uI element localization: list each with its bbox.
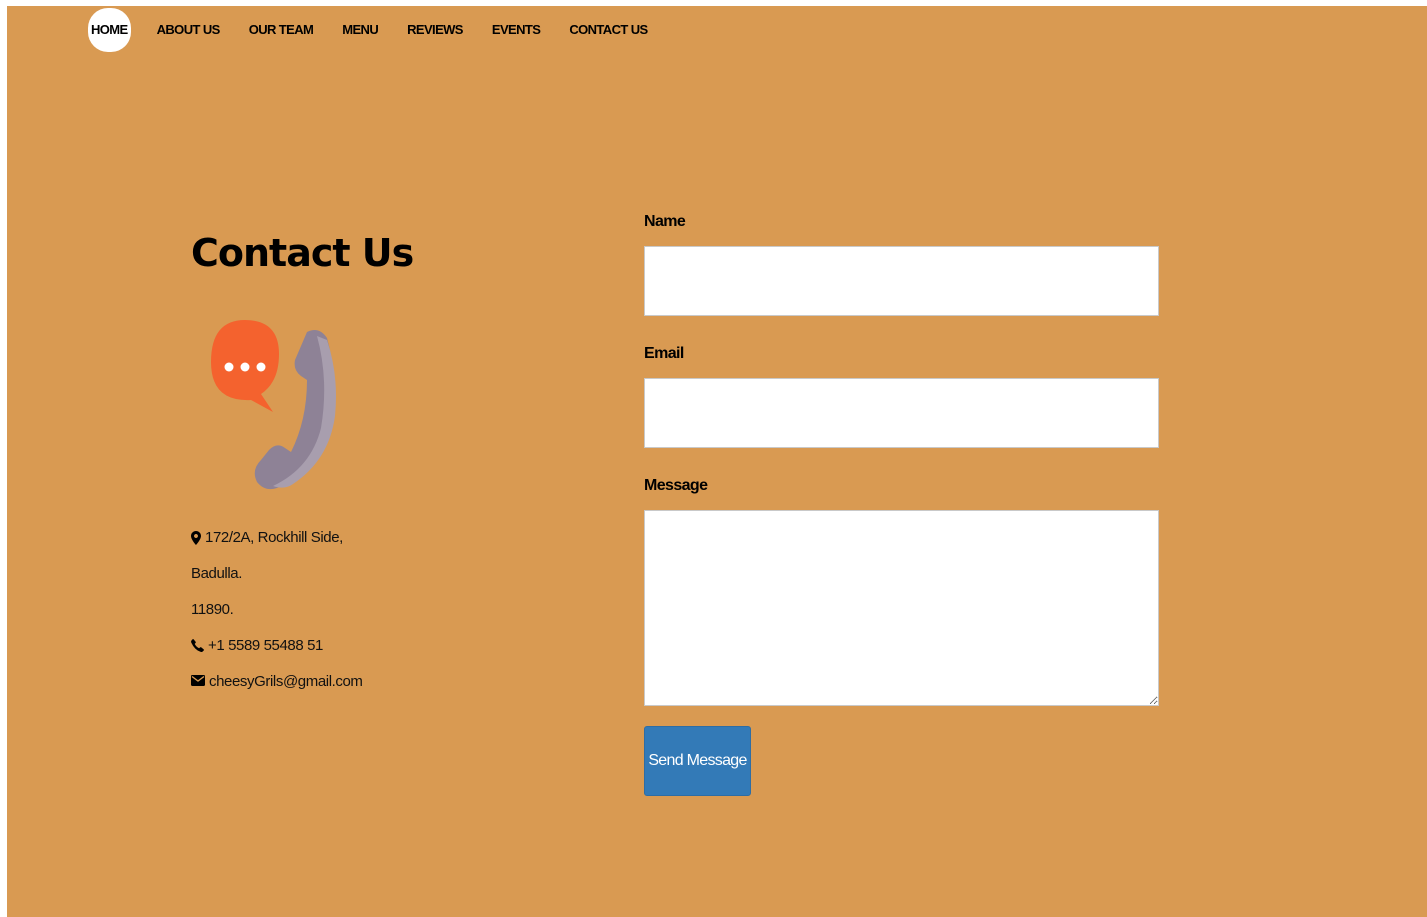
phone-line: +1 5589 55488 51 xyxy=(191,634,363,670)
contact-page: HOME ABOUT US OUR TEAM MENU REVIEWS EVEN… xyxy=(7,6,1427,917)
email-label: Email xyxy=(644,345,684,362)
phone-chat-icon xyxy=(211,320,336,490)
phone-number: +1 5589 55488 51 xyxy=(208,637,323,654)
address-city-line: Badulla. xyxy=(191,562,363,598)
nav-events[interactable]: EVENTS xyxy=(492,8,541,52)
email-address: cheesyGrils@gmail.com xyxy=(209,673,363,690)
name-label: Name xyxy=(644,213,686,230)
top-nav: HOME ABOUT US OUR TEAM MENU REVIEWS EVEN… xyxy=(88,8,677,52)
nav-menu[interactable]: MENU xyxy=(342,8,378,52)
nav-about-us[interactable]: ABOUT US xyxy=(157,8,221,52)
message-textarea[interactable] xyxy=(644,510,1159,706)
email-line: cheesyGrils@gmail.com xyxy=(191,670,363,706)
map-marker-icon xyxy=(191,531,201,545)
email-input[interactable] xyxy=(644,378,1159,448)
name-input[interactable] xyxy=(644,246,1159,316)
page-title: Contact Us xyxy=(191,231,414,275)
send-message-button[interactable]: Send Message xyxy=(644,726,751,796)
address-line-3: 11890. xyxy=(191,601,234,618)
nav-our-team[interactable]: OUR TEAM xyxy=(249,8,314,52)
phone-icon xyxy=(191,639,204,652)
address-line-2: Badulla. xyxy=(191,565,243,582)
envelope-icon xyxy=(191,675,205,686)
address-postcode-line: 11890. xyxy=(191,598,363,634)
address-line: 172/2A, Rockhill Side, xyxy=(191,526,363,562)
nav-home[interactable]: HOME xyxy=(88,8,131,52)
nav-contact-us[interactable]: CONTACT US xyxy=(569,8,648,52)
contact-info: 172/2A, Rockhill Side, Badulla. 11890. +… xyxy=(191,526,363,706)
address-line-1: 172/2A, Rockhill Side, xyxy=(205,529,343,546)
nav-reviews[interactable]: REVIEWS xyxy=(407,8,463,52)
message-label: Message xyxy=(644,477,708,494)
